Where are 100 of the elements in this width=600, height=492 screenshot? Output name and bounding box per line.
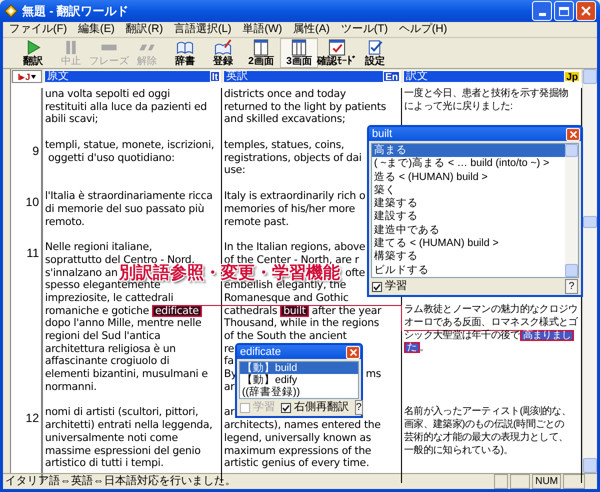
checkbox[interactable]: 右側再翻訳	[281, 399, 349, 416]
menu-item[interactable]: 属性(A)	[293, 21, 330, 38]
text-line: ラム教徒とノーマンの魅力的なクロジウ	[404, 304, 578, 316]
text-line: regioni del Sud l'antica	[45, 330, 160, 343]
line-number: 12	[26, 411, 39, 426]
text-line: オーロである反面、ロマネスク様式とゴ	[404, 316, 578, 330]
text-line: ar	[224, 380, 234, 394]
text-line: Thousand, while in the regions	[224, 317, 380, 330]
text-line: s'innalzano an	[45, 266, 118, 280]
text-line: In the Italian regions, above	[224, 241, 366, 254]
close-icon	[581, 6, 591, 16]
text-line: use:	[224, 164, 246, 178]
toolbar-button[interactable]: 3画面	[280, 38, 318, 68]
scrollbar[interactable]	[565, 144, 578, 277]
minimize-button[interactable]	[532, 1, 552, 21]
text-line: oggetti d'uso quotidiano:	[47, 152, 175, 164]
text-line: romaniche e gotiche edificate	[45, 304, 202, 318]
text-line: remoto.	[45, 216, 84, 228]
menu-item[interactable]: ファイル(F)	[9, 21, 68, 38]
line-number: 11	[26, 246, 39, 260]
text-line: legend, universally known as	[224, 432, 372, 444]
check-mode-icon	[328, 39, 346, 56]
text-line: architetti) entrati nella leggenda,	[45, 419, 212, 432]
popup-title: edificate	[240, 344, 281, 360]
text-line: cathedrals built after the year	[224, 304, 382, 318]
text-line: normanni.	[45, 380, 97, 394]
text-line: architettura religiosa è un	[45, 342, 176, 356]
toolbar-button[interactable]: 設定	[356, 38, 394, 68]
text-line: l'Italia è straordinariamente ricca	[45, 190, 213, 203]
text-line: artistico di tutti i tempi.	[45, 457, 164, 470]
text-line: 名前が入ったアーティスト(彫刻的な、	[404, 406, 572, 418]
list-item[interactable]: 高まる	[372, 144, 565, 158]
text-line: returned to the light by patients	[224, 100, 386, 114]
column-title: 英訳	[226, 71, 248, 82]
language-dropdown[interactable]: I▸J	[12, 70, 42, 83]
toolbar-button[interactable]: 翻訳	[14, 38, 52, 68]
toolbar-button[interactable]: 2画面	[242, 38, 280, 68]
list-item[interactable]: ((辞書登録))	[240, 386, 358, 398]
maximize-button[interactable]	[554, 1, 574, 21]
list-item[interactable]: 【動】edify	[240, 374, 358, 386]
list-item[interactable]: 【動】build	[240, 362, 358, 374]
text-line: re	[224, 342, 234, 356]
text-line: templi, statue, monete, iscrizioni,	[45, 139, 214, 152]
checkbox[interactable]: 学習	[372, 278, 407, 295]
list-item[interactable]: ビルドする	[372, 264, 565, 277]
caret-icon	[31, 74, 36, 78]
text-line: memories of his/her more	[224, 202, 356, 216]
text-line: シック大聖堂は年千の後で 高まりまし	[404, 330, 574, 342]
close-button[interactable]	[346, 346, 360, 358]
text-line: and skilled excavations;	[224, 113, 346, 126]
toolbar-button[interactable]: 確認ﾓｰﾄﾞ	[318, 38, 356, 68]
text-line: registrations, objects of dai	[224, 152, 362, 164]
close-icon	[570, 130, 576, 138]
text-line: dopo l'anno Mille, mentre nelle	[45, 317, 202, 330]
text-line: remote past.	[224, 216, 289, 228]
toolbar-button[interactable]: 辞書	[166, 38, 204, 68]
three-pane-icon	[290, 39, 308, 56]
menu-item[interactable]: 言語選択(L)	[174, 21, 232, 38]
list-item[interactable]: ( ~まで)高まる < … build (into/to ~) >	[372, 157, 565, 171]
menu-item[interactable]: 翻訳(R)	[126, 21, 163, 38]
toolbar-button[interactable]: 登録	[204, 38, 242, 68]
splitter-bar[interactable]	[3, 69, 11, 473]
help-button[interactable]: ?	[355, 400, 363, 415]
text-line: universalmente noti come	[45, 432, 178, 444]
window-title: 無題 - 翻訳ワールド	[22, 3, 129, 20]
menu-item[interactable]: 単語(W)	[242, 21, 282, 38]
text-line: architects), names entered the	[224, 419, 381, 432]
list-item[interactable]: 建てる < (HUMAN) build >	[372, 237, 565, 250]
two-pane-icon	[252, 39, 270, 56]
text-line: restituiti alla luce da pazienti ed	[45, 100, 207, 114]
list-item[interactable]: 建造中である	[372, 224, 565, 238]
menu-item[interactable]: ツール(T)	[340, 21, 388, 38]
close-icon	[350, 348, 356, 356]
dictionary-icon	[176, 39, 194, 56]
list-item[interactable]: 建設する	[372, 210, 565, 224]
close-button[interactable]	[566, 128, 580, 140]
scrollbar[interactable]	[582, 69, 597, 473]
text-line: spesso elegantemente	[45, 279, 160, 292]
status-indicator: NUM	[532, 474, 561, 489]
text-line: Nelle regioni italiane,	[45, 241, 152, 254]
app-icon	[4, 4, 18, 18]
list-item[interactable]: 建築する	[372, 197, 565, 210]
menu-item[interactable]: ヘルプ(H)	[398, 21, 448, 38]
language-badge: Jp	[564, 71, 580, 82]
list-item[interactable]: 造る < (HUMAN) build >	[372, 170, 565, 184]
close-button[interactable]	[576, 1, 596, 21]
text-line: 芸術的な才能の最大の表現力として、	[404, 432, 568, 444]
list-item[interactable]: 築く	[372, 184, 565, 198]
help-button[interactable]: ?	[565, 279, 578, 294]
menu-item[interactable]: 編集(E)	[78, 21, 115, 38]
text-line: ar	[224, 406, 234, 420]
text-line: ofte	[345, 266, 365, 280]
text-line: impreziosite, le cattedrali	[45, 292, 174, 305]
register-icon	[214, 39, 232, 56]
text-line: massime espressioni del genio	[45, 444, 201, 458]
text-line: una volta sepolti ed oggi	[45, 88, 170, 101]
column-title: 訳文	[406, 71, 428, 82]
line-number: 10	[26, 195, 39, 210]
text-line: 一度と今日、患者と技術を示す発掘物	[404, 88, 568, 100]
list-item[interactable]: 構築する	[372, 250, 565, 264]
